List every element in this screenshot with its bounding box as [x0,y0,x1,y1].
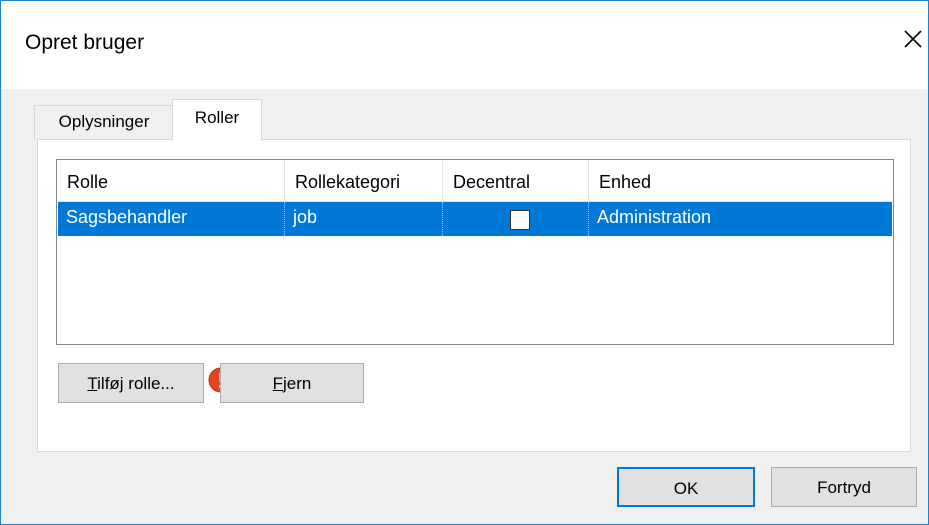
add-role-button[interactable]: Tilføj rolle... [58,363,204,403]
column-header-decentral[interactable]: Decentral [443,160,589,202]
tab-roller-label: Roller [194,108,240,127]
cell-rolle: Sagsbehandler [58,202,285,236]
dialog-title: Opret bruger [25,31,145,54]
cell-rollekategori: job [285,202,443,236]
column-header-rollekategori[interactable]: Rollekategori [285,160,443,202]
cancel-button[interactable]: Fortryd [771,467,917,507]
close-icon[interactable] [897,23,927,53]
title-bar: Opret bruger [1,1,928,89]
tab-oplysninger-label: Oplysninger [58,112,150,131]
column-header-rolle[interactable]: Rolle [57,160,285,202]
create-user-dialog: Opret bruger Oplysninger Roller Rolle Ro… [0,0,929,525]
remove-accesskey: F [272,374,284,393]
table-row[interactable]: Sagsbehandler job Administration [58,202,892,236]
column-header-enhed[interactable]: Enhed [589,160,893,202]
add-role-accesskey: T [87,374,98,393]
roles-list[interactable]: Rolle Rollekategori Decentral Enhed Sags… [56,159,894,345]
cell-enhed: Administration [597,207,712,227]
ok-button[interactable]: OK [617,467,755,507]
tab-oplysninger[interactable]: Oplysninger [34,105,174,139]
decentral-checkbox[interactable] [510,210,530,230]
remove-label: jern [283,374,312,393]
tab-roller[interactable]: Roller [172,99,262,141]
add-role-label: ilføj rolle... [97,374,175,393]
remove-role-button[interactable]: Fjern [220,363,364,403]
